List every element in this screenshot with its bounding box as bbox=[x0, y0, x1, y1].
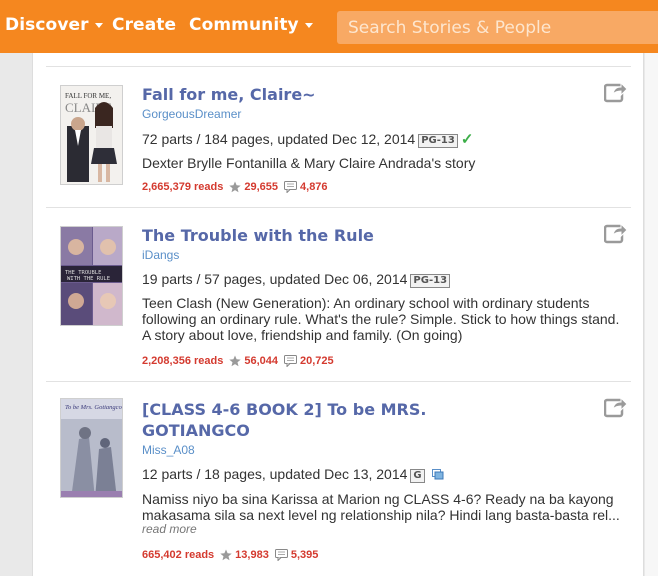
share-icon[interactable] bbox=[603, 222, 628, 244]
comments-count: 20,725 bbox=[300, 355, 334, 367]
cover-image-icon: FALL FOR ME, CLAIRE bbox=[61, 86, 122, 184]
search-input[interactable] bbox=[337, 11, 658, 44]
top-nav-bar: Discover Create Community bbox=[0, 0, 658, 53]
page-background bbox=[645, 53, 658, 576]
story-description: Namiss niyo ba sina Karissa at Marion ng… bbox=[142, 491, 620, 523]
star-icon bbox=[220, 549, 232, 561]
votes-count: 29,655 bbox=[244, 181, 279, 193]
story-meta: 72 parts / 184 pages, updated Dec 12, 20… bbox=[142, 130, 473, 148]
story-title[interactable]: Fall for me, Claire~ bbox=[142, 84, 482, 105]
reads-count: 2,665,379 reads bbox=[142, 181, 224, 193]
story-meta-text: 72 parts / 184 pages, updated Dec 12, 20… bbox=[142, 131, 416, 147]
comments-count: 5,395 bbox=[290, 549, 319, 561]
media-icon bbox=[431, 467, 444, 483]
cover-image-icon: THE TROUBLE WITH THE RULE bbox=[61, 227, 122, 325]
check-icon: ✓ bbox=[460, 131, 474, 148]
share-icon[interactable] bbox=[603, 81, 628, 103]
comment-icon bbox=[274, 549, 288, 561]
story-meta: 12 parts / 18 pages, updated Dec 13, 201… bbox=[142, 466, 444, 483]
story-author[interactable]: GorgeousDreamer bbox=[142, 107, 241, 121]
reads-count: 2,208,356 reads bbox=[142, 355, 224, 367]
read-more-link[interactable]: read more bbox=[142, 522, 197, 536]
story-stats: 665,402 reads 13,983 5,395 bbox=[142, 549, 318, 561]
story-title[interactable]: [CLASS 4-6 BOOK 2] To be MRS. GOTIANGCO bbox=[142, 399, 482, 441]
story-card: THE TROUBLE WITH THE RULE The Trouble wi… bbox=[46, 208, 631, 382]
chevron-down-icon bbox=[94, 22, 103, 28]
nav-community-label: Community bbox=[189, 15, 299, 35]
nav-create[interactable]: Create bbox=[112, 15, 176, 35]
chevron-down-icon bbox=[304, 22, 313, 28]
story-cover[interactable]: To be Mrs. Gotiangco bbox=[60, 398, 123, 498]
rating-badge: PG-13 bbox=[418, 134, 458, 148]
story-meta: 19 parts / 57 pages, updated Dec 06, 201… bbox=[142, 271, 451, 288]
story-author[interactable]: Miss_A08 bbox=[142, 443, 195, 457]
nav-community[interactable]: Community bbox=[189, 15, 313, 35]
story-stats: 2,208,356 reads 56,044 20,725 bbox=[142, 355, 334, 367]
nav-discover[interactable]: Discover bbox=[5, 15, 103, 35]
star-icon bbox=[229, 181, 242, 193]
story-author[interactable]: iDangs bbox=[142, 248, 179, 262]
svg-text:FALL FOR ME,: FALL FOR ME, bbox=[65, 92, 111, 100]
share-icon[interactable] bbox=[603, 396, 628, 418]
comments-count: 4,876 bbox=[300, 181, 328, 193]
story-stats: 2,665,379 reads 29,655 4,876 bbox=[142, 181, 328, 193]
comment-icon bbox=[284, 355, 298, 367]
svg-text:To be Mrs. Gotiangco: To be Mrs. Gotiangco bbox=[65, 404, 123, 411]
cover-image-icon: To be Mrs. Gotiangco bbox=[61, 399, 123, 497]
story-card: To be Mrs. Gotiangco [CLASS 4-6 BOOK 2] … bbox=[46, 382, 631, 576]
story-description: Teen Clash (New Generation): An ordinary… bbox=[142, 295, 620, 343]
nav-discover-label: Discover bbox=[5, 15, 89, 35]
story-meta-text: 12 parts / 18 pages, updated Dec 13, 201… bbox=[142, 466, 408, 482]
rating-badge: PG-13 bbox=[410, 274, 451, 288]
reads-count: 665,402 reads bbox=[142, 549, 215, 561]
story-title[interactable]: The Trouble with the Rule bbox=[142, 225, 482, 246]
story-cover[interactable]: FALL FOR ME, CLAIRE bbox=[60, 85, 123, 185]
story-meta-text: 19 parts / 57 pages, updated Dec 06, 201… bbox=[142, 271, 408, 287]
story-description: Dexter Brylle Fontanilla & Mary Claire A… bbox=[142, 155, 476, 171]
rating-badge: G bbox=[410, 469, 425, 483]
votes-count: 13,983 bbox=[235, 549, 269, 561]
story-card: FALL FOR ME, CLAIRE Fall for me, Claire~… bbox=[46, 67, 631, 208]
votes-count: 56,044 bbox=[244, 355, 279, 367]
star-icon bbox=[229, 355, 242, 367]
story-cover[interactable]: THE TROUBLE WITH THE RULE bbox=[60, 226, 123, 326]
comment-icon bbox=[284, 181, 298, 193]
svg-text:WITH THE RULE: WITH THE RULE bbox=[67, 276, 110, 282]
